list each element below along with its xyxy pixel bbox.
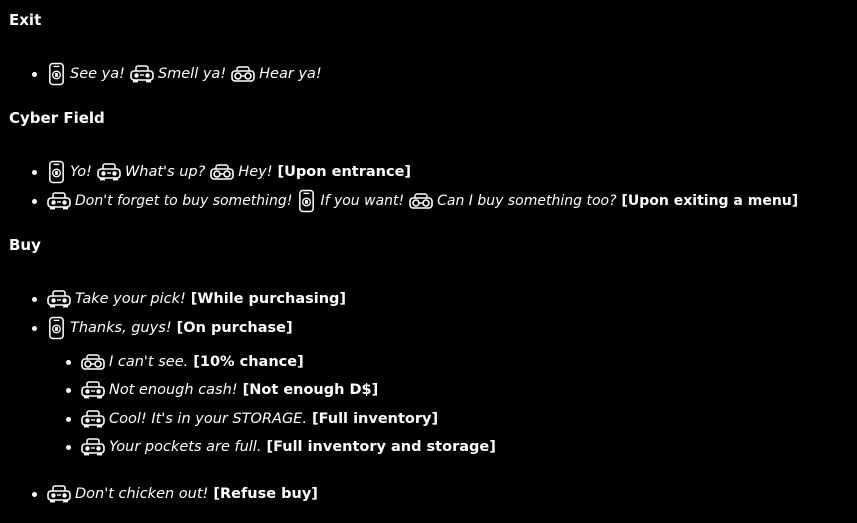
quote: Your pockets are full. bbox=[109, 439, 262, 455]
car-robot-icon bbox=[47, 485, 71, 503]
car-robot-icon bbox=[47, 192, 71, 210]
list-item: Thanks, guys! [On purchase] bbox=[32, 316, 293, 340]
quote: What's up? bbox=[124, 164, 206, 180]
bullet bbox=[66, 444, 71, 450]
trigger-tag: [10% chance] bbox=[193, 354, 304, 370]
quote: Don't forget to buy something! bbox=[75, 193, 293, 209]
trigger-tag: [Full inventory] bbox=[311, 411, 439, 427]
bullet bbox=[32, 296, 37, 302]
bullet bbox=[32, 169, 37, 175]
bullet bbox=[66, 416, 71, 422]
trigger-tag: [On purchase] bbox=[176, 320, 293, 336]
goggles-robot-icon bbox=[210, 164, 234, 180]
section-heading-exit: Exit bbox=[9, 11, 42, 29]
car-robot-icon bbox=[81, 381, 105, 399]
section-heading-buy: Buy bbox=[9, 236, 41, 254]
quote: Take your pick! bbox=[75, 291, 186, 307]
trigger-tag: [Not enough D$] bbox=[242, 382, 379, 398]
sub-list-item: I can't see. [10% chance] bbox=[66, 351, 304, 373]
trigger-tag: [Full inventory and storage] bbox=[266, 439, 496, 455]
list-item: Yo! What's up? Hey! [Upon entrance] bbox=[32, 160, 411, 184]
tall-robot-icon bbox=[47, 62, 66, 86]
list-item: Take your pick! [While purchasing] bbox=[32, 288, 346, 310]
section-heading-cyber-field: Cyber Field bbox=[9, 109, 105, 127]
quote: Hey! bbox=[238, 164, 273, 180]
bullet bbox=[66, 387, 71, 393]
goggles-robot-icon bbox=[409, 193, 433, 209]
trigger-tag: [Upon entrance] bbox=[277, 164, 412, 180]
quote: Thanks, guys! bbox=[70, 320, 172, 336]
bullet bbox=[32, 491, 37, 497]
quote: Can I buy something too? bbox=[437, 193, 617, 209]
quote: Yo! bbox=[70, 164, 92, 180]
quote: Don't chicken out! bbox=[75, 486, 209, 502]
goggles-robot-icon bbox=[81, 354, 105, 370]
list-item: See ya! Smell ya! Hear ya! bbox=[32, 62, 322, 86]
quote: If you want! bbox=[320, 193, 405, 209]
sub-list-item: Not enough cash! [Not enough D$] bbox=[66, 379, 378, 401]
goggles-robot-icon bbox=[231, 66, 255, 82]
car-robot-icon bbox=[47, 290, 71, 308]
trigger-tag: [Upon exiting a menu] bbox=[621, 193, 799, 209]
trigger-tag: [While purchasing] bbox=[190, 291, 347, 307]
car-robot-icon bbox=[81, 410, 105, 428]
bullet bbox=[32, 71, 37, 77]
trigger-tag: [Refuse buy] bbox=[213, 486, 318, 502]
bullet bbox=[32, 198, 37, 204]
quote: Smell ya! bbox=[157, 66, 227, 82]
tall-robot-icon bbox=[47, 316, 66, 340]
quote: I can't see. bbox=[109, 354, 189, 370]
quote: Cool! It's in your STORAGE. bbox=[109, 411, 307, 427]
sub-list-item: Cool! It's in your STORAGE. [Full invent… bbox=[66, 408, 438, 430]
list-item: Don't chicken out! [Refuse buy] bbox=[32, 483, 318, 505]
quote: See ya! bbox=[70, 66, 125, 82]
bullet bbox=[32, 325, 37, 331]
car-robot-icon bbox=[81, 438, 105, 456]
list-item: Don't forget to buy something! If you wa… bbox=[32, 189, 798, 213]
page: Exit See ya! Smell ya! Hear ya! Cyber Fi… bbox=[0, 0, 857, 523]
quote: Not enough cash! bbox=[109, 382, 238, 398]
bullet bbox=[66, 359, 71, 365]
car-robot-icon bbox=[97, 163, 121, 181]
car-robot-icon bbox=[130, 65, 154, 83]
sub-list-item: Your pockets are full. [Full inventory a… bbox=[66, 436, 496, 458]
tall-robot-icon bbox=[297, 189, 316, 213]
quote: Hear ya! bbox=[259, 66, 322, 82]
tall-robot-icon bbox=[47, 160, 66, 184]
